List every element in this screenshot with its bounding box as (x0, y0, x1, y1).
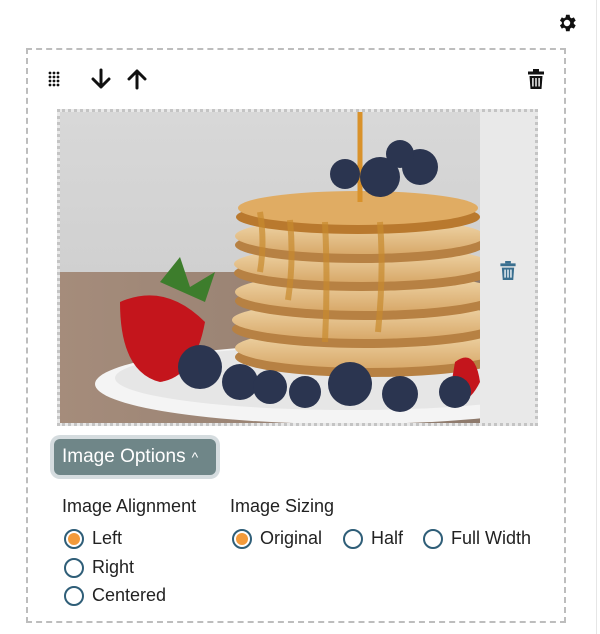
image-options-button-inner: Image Options ^ (54, 439, 216, 475)
arrow-up-icon[interactable] (126, 67, 148, 91)
radio-icon[interactable] (423, 528, 443, 549)
image-frame (57, 109, 538, 426)
pancake-image[interactable] (60, 112, 480, 423)
sizing-option-original[interactable]: Original (232, 528, 322, 549)
alignment-option-label: Centered (92, 585, 167, 605)
image-options-button[interactable]: Image Options ^ (50, 435, 220, 479)
image-trash-icon[interactable] (499, 260, 517, 280)
alignment-option-label: Left (92, 528, 123, 548)
image-block: Image Options ^ Image Alignment Left Rig… (26, 48, 566, 623)
gear-icon[interactable] (556, 12, 578, 34)
trash-icon[interactable] (526, 68, 546, 90)
alignment-option-centered[interactable]: Centered (64, 585, 166, 606)
alignment-title: Image Alignment (62, 496, 197, 516)
sizing-option-full-width[interactable]: Full Width (423, 528, 531, 549)
radio-selected-icon[interactable] (64, 528, 84, 549)
page-right-divider (596, 0, 597, 634)
sizing-option-label: Half (371, 528, 404, 548)
radio-icon[interactable] (64, 585, 84, 606)
sizing-option-label: Full Width (451, 528, 532, 548)
sizing-option-half[interactable]: Half (343, 528, 403, 549)
alignment-option-left[interactable]: Left (64, 528, 122, 549)
image-options-label: Image Options (62, 446, 186, 467)
arrow-down-icon[interactable] (90, 67, 112, 91)
radio-icon[interactable] (64, 557, 84, 578)
alignment-option-right[interactable]: Right (64, 557, 134, 578)
radio-selected-icon[interactable] (232, 528, 252, 549)
sizing-option-label: Original (260, 528, 323, 548)
alignment-option-label: Right (92, 557, 135, 577)
chevron-up-icon: ^ (191, 449, 199, 465)
sizing-title: Image Sizing (230, 496, 335, 516)
drag-handle-icon[interactable] (47, 70, 65, 88)
radio-icon[interactable] (343, 528, 363, 549)
